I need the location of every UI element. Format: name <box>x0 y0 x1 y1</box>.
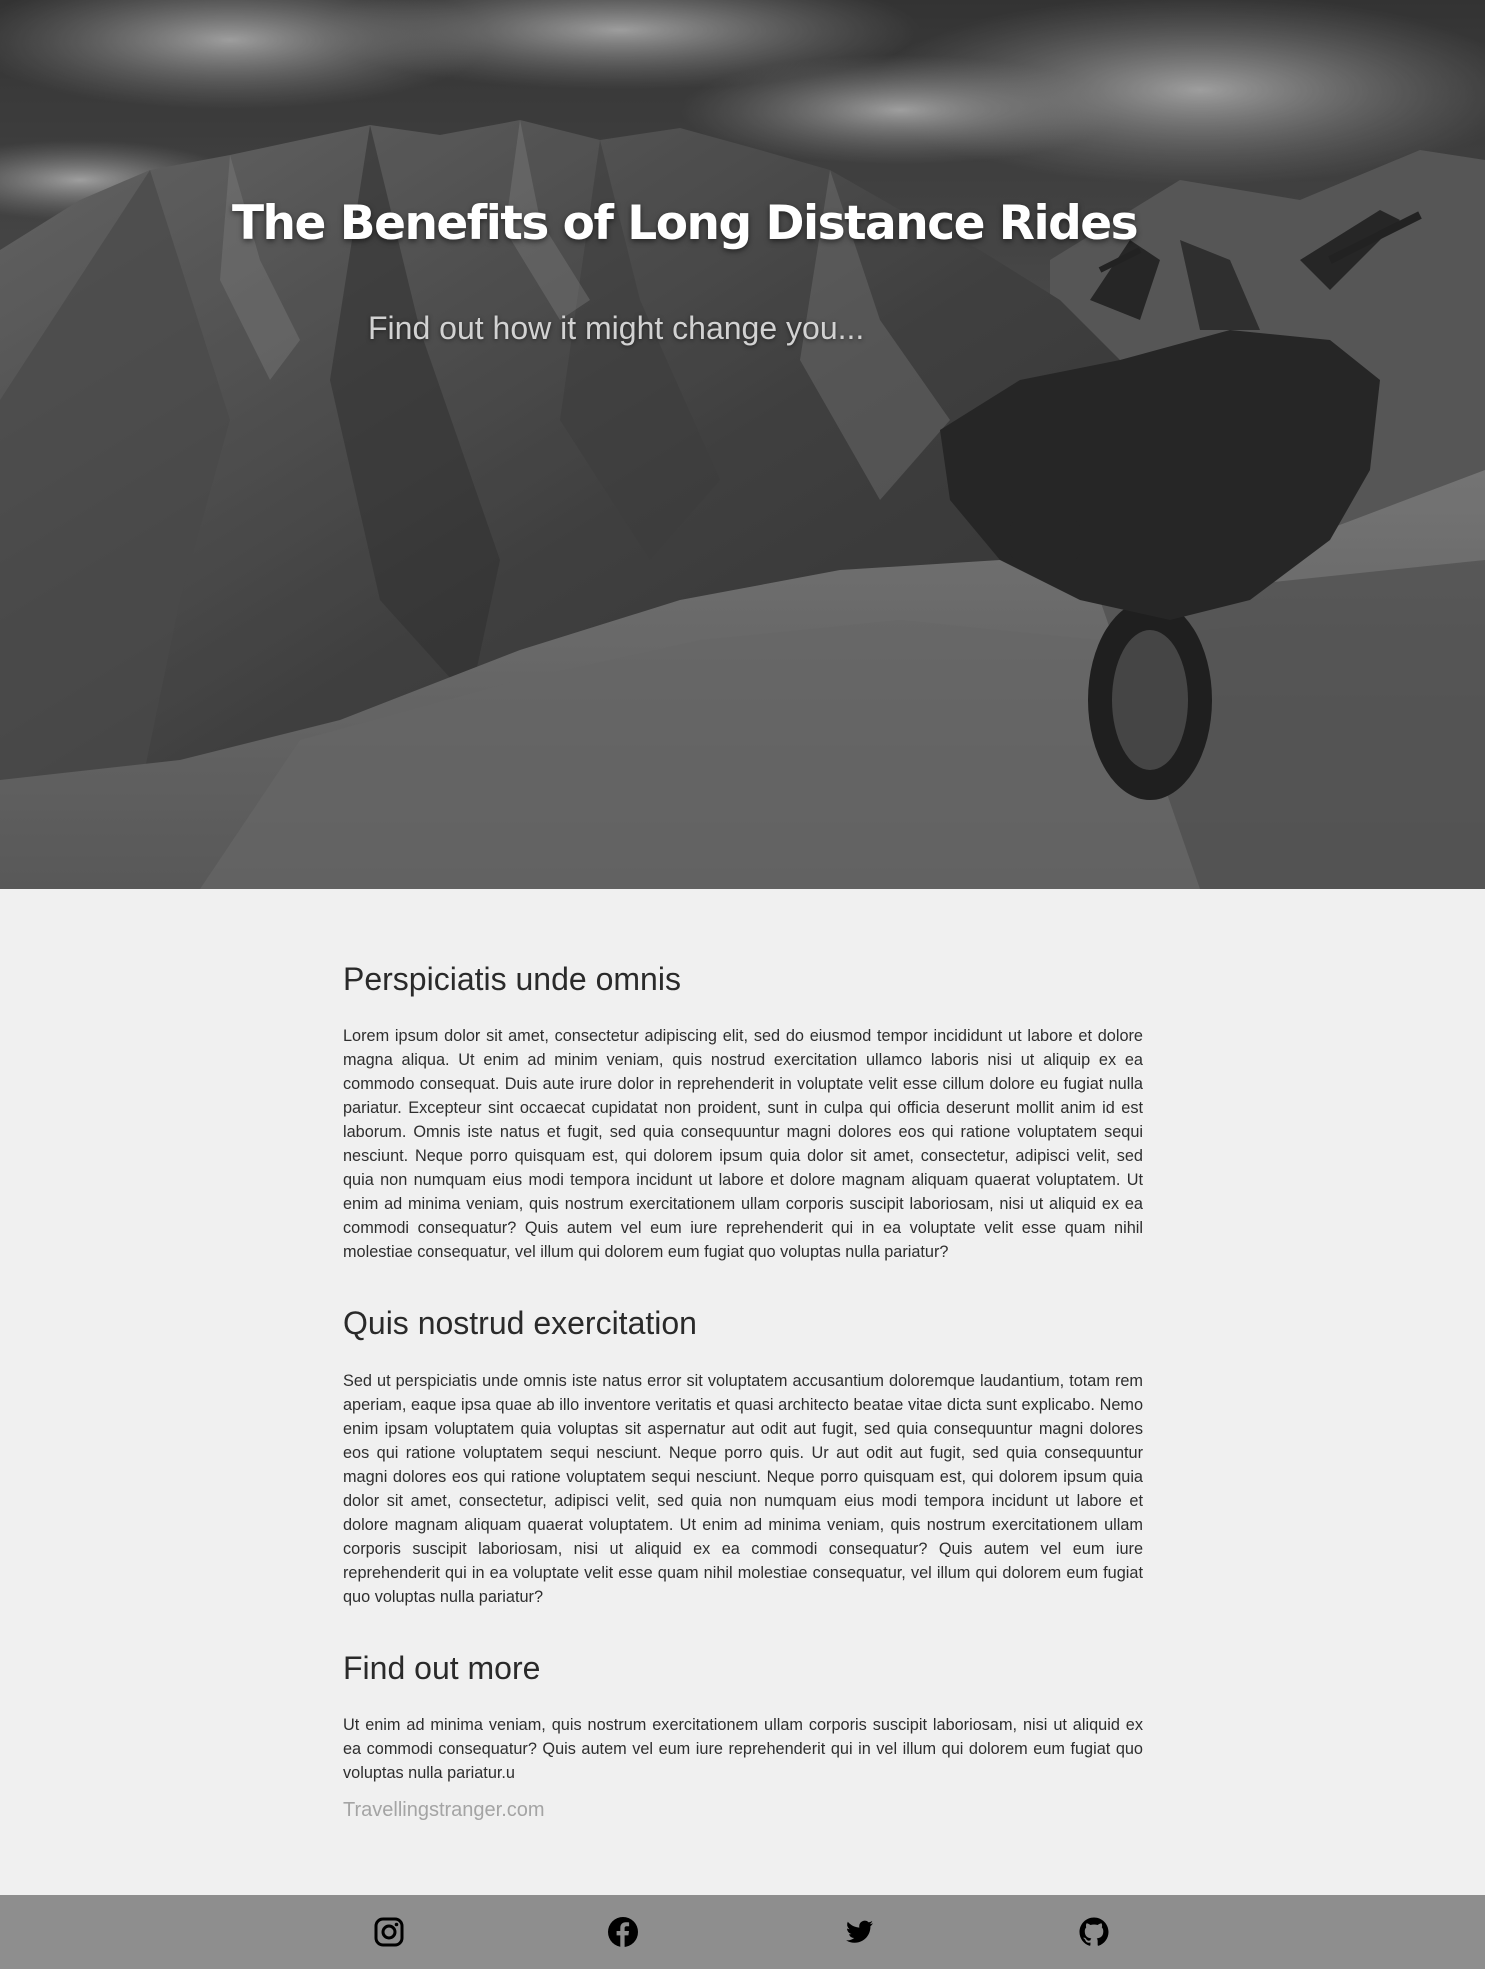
section-paragraph: Lorem ipsum dolor sit amet, consectetur … <box>343 1027 1143 1262</box>
github-icon <box>1079 1917 1109 1946</box>
section-heading: Find out more <box>343 1649 541 1686</box>
instagram-link[interactable] <box>373 1916 405 1948</box>
page-subtitle: Find out how it might change you... <box>368 310 865 346</box>
twitter-icon <box>846 1920 873 1943</box>
site-link[interactable]: Travellingstranger.com <box>343 1799 1143 1822</box>
page-title: The Benefits of Long Distance Rides <box>232 196 1139 251</box>
section-paragraph: Ut enim ad minima veniam, quis nostrum e… <box>343 1716 1143 1783</box>
article-section: Find out more Ut enim ad minima veniam, … <box>343 1649 1143 1785</box>
section-heading: Quis nostrud exercitation <box>343 1305 697 1342</box>
section-heading: Perspiciatis unde omnis <box>343 961 681 997</box>
facebook-icon <box>608 1917 638 1947</box>
section-paragraph: Sed ut perspiciatis unde omnis iste natu… <box>343 1371 1143 1606</box>
article-section: Quis nostrud exercitation Sed ut perspic… <box>343 1304 1143 1608</box>
twitter-link[interactable] <box>843 1916 875 1948</box>
footer <box>0 1895 1485 1969</box>
article-section: Perspiciatis unde omnis Lorem ipsum dolo… <box>343 960 1143 1264</box>
instagram-icon <box>374 1917 404 1947</box>
github-link[interactable] <box>1078 1916 1110 1948</box>
hero-background-photo <box>0 0 1485 889</box>
article-content: Perspiciatis unde omnis Lorem ipsum dolo… <box>343 960 1143 1822</box>
hero-banner: The Benefits of Long Distance Rides Find… <box>0 0 1485 889</box>
facebook-link[interactable] <box>607 1916 639 1948</box>
